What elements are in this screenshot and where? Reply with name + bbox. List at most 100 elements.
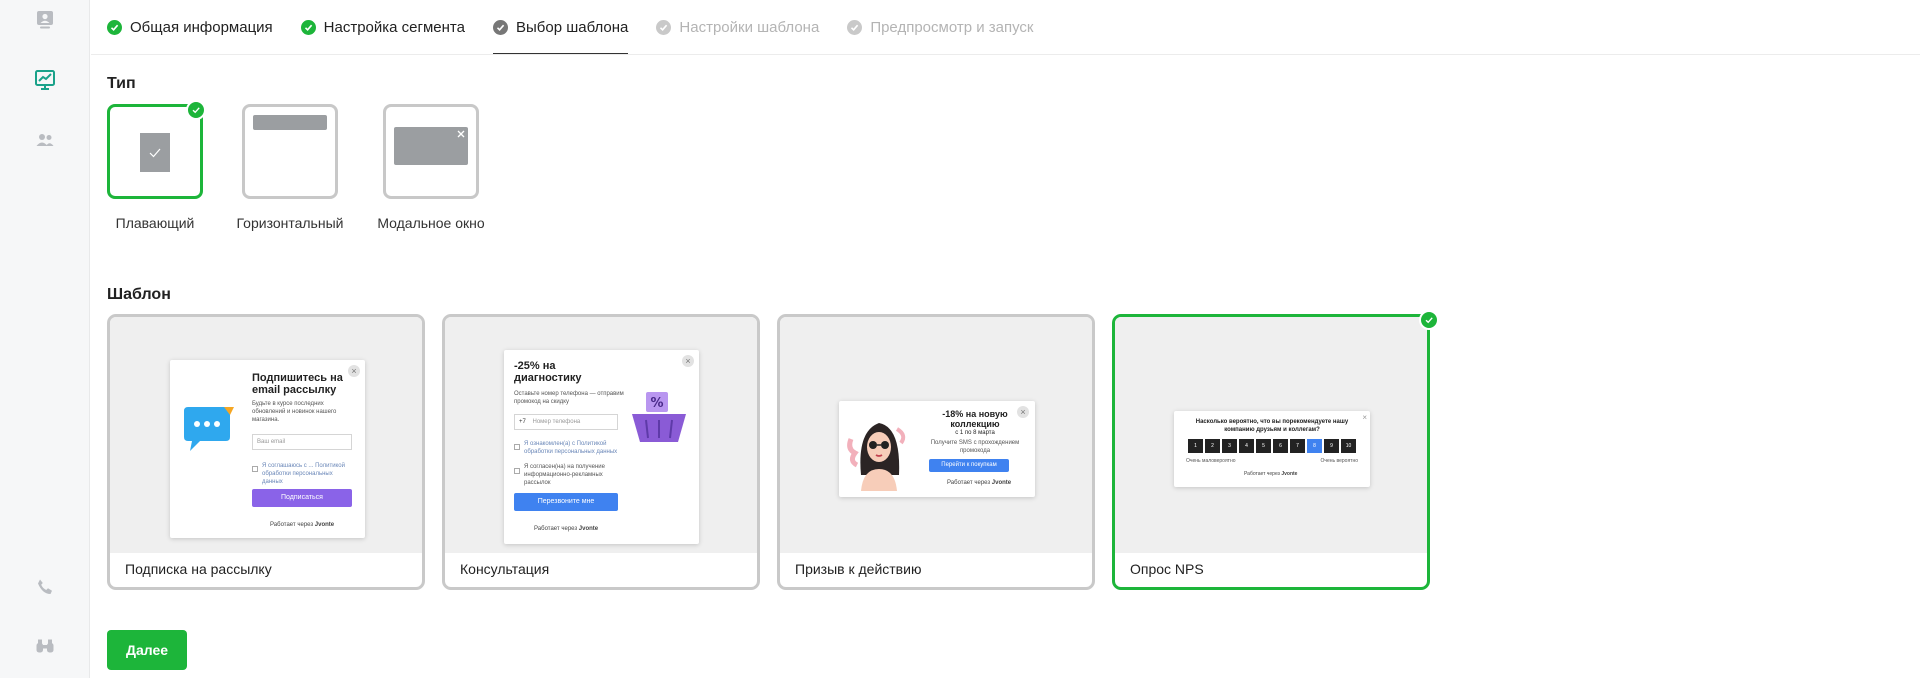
subscription-popup-preview: × Подпишитесь на email рассылку Будьте в… (170, 360, 365, 538)
nps-scale-cell: 8 (1307, 439, 1322, 453)
horizontal-bar-glyph (253, 115, 327, 130)
step-preview-launch[interactable]: Предпросмотр и запуск (847, 0, 1034, 55)
brand-logo: Jvonte (1281, 471, 1298, 477)
nps-scale-cell: 7 (1290, 439, 1305, 453)
brand-logo: Jvonte (991, 480, 1012, 486)
nps-scale-cell: 1 (1188, 439, 1203, 453)
preview-phone-input: +7 Номер телефона (514, 414, 618, 430)
preview-subscribe-button: Подписаться (252, 489, 352, 507)
campaign-chart-icon[interactable] (33, 68, 57, 92)
step-label: Настройка сегмента (323, 19, 465, 36)
brand-logo: Jvonte (578, 526, 599, 532)
preview-brand: Работает через Jvonte (534, 526, 599, 532)
check-icon (149, 148, 161, 158)
type-section-title: Тип (107, 75, 136, 92)
template-preview: × -18% на новую коллекцию с 1 по 8 марта… (780, 317, 1092, 553)
preview-consent-checkbox (252, 466, 258, 472)
preview-shop-button: Перейти к покупкам (929, 459, 1009, 472)
next-button[interactable]: Далее (107, 630, 187, 670)
preview-email-input: Ваш email (252, 434, 352, 450)
preview-low-label: Очень маловероятно (1186, 458, 1236, 464)
step-label: Общая информация (130, 19, 273, 36)
template-card-consultation[interactable]: × -25% на диагностику Оставьте номер тел… (442, 314, 760, 590)
binoculars-icon[interactable] (33, 634, 57, 658)
check-circle-icon (656, 20, 672, 35)
template-card-subscription[interactable]: × Подпишитесь на email рассылку Будьте в… (107, 314, 425, 590)
preview-brand: Работает через Jvonte (270, 522, 335, 528)
nps-scale-cell: 2 (1205, 439, 1220, 453)
preview-text: Оставьте номер телефона — отправим промо… (514, 391, 624, 405)
template-card-call-to-action[interactable]: × -18% на новую коллекцию с 1 по 8 марта… (777, 314, 1095, 590)
selected-check-badge-icon (186, 100, 206, 120)
type-option-modal[interactable] (383, 104, 479, 199)
preview-consent-text: Я согласен(на) на получение информационн… (524, 464, 605, 486)
preview-consent-text: Я ознакомлен(а) с Политикой обработки пе… (524, 441, 618, 455)
nps-scale-cell: 3 (1222, 439, 1237, 453)
preview-heading: -18% на новую коллекцию (942, 409, 1008, 429)
sidebar (0, 0, 90, 678)
type-option-label: Модальное окно (377, 215, 485, 231)
check-circle-icon (492, 20, 508, 35)
nps-scale: 1 2 3 4 5 6 7 8 9 10 (1188, 439, 1356, 453)
type-option-label: Горизонтальный (236, 215, 344, 231)
cta-popup-preview: × -18% на новую коллекцию с 1 по 8 марта… (839, 401, 1035, 497)
step-label: Предпросмотр и запуск (870, 19, 1034, 36)
preview-consent-text: Я соглашаюсь с ... Политикой обработки п… (262, 463, 345, 485)
contact-card-icon[interactable] (33, 8, 57, 32)
step-label: Выбор шаблона (515, 19, 629, 36)
preview-text: Получите SMS с прохождением промокода (930, 440, 1020, 454)
nps-scale-cell: 6 (1273, 439, 1288, 453)
close-icon: × (682, 355, 694, 367)
template-section-title: Шаблон (107, 286, 171, 303)
template-name: Подписка на рассылку (125, 561, 272, 577)
template-name: Опрос NPS (1130, 561, 1204, 577)
step-segment-setup[interactable]: Настройка сегмента (300, 0, 465, 55)
users-icon[interactable] (33, 128, 57, 152)
preview-high-label: Очень вероятно (1320, 458, 1358, 464)
type-option-floating[interactable] (107, 104, 203, 199)
check-circle-icon (847, 20, 863, 35)
preview-heading: Подпишитесь на email рассылку (252, 372, 343, 396)
svg-text:%: % (650, 396, 663, 411)
preview-heading: -25% на диагностику (514, 360, 582, 384)
step-general-info[interactable]: Общая информация (107, 0, 273, 55)
brand-logo: Jvonte (314, 522, 335, 528)
preview-subheading: с 1 по 8 марта (955, 430, 995, 436)
preview-consent-checkbox (514, 444, 520, 450)
shopping-basket-icon: % (632, 392, 686, 442)
woman-illustration-icon (847, 423, 906, 491)
preview-heading: Насколько вероятно, что вы порекомендует… (1195, 419, 1349, 433)
modal-window-glyph (394, 127, 468, 165)
close-icon (457, 130, 465, 138)
phone-placeholder: Номер телефона (532, 419, 581, 425)
preview-callback-button: Перезвоните мне (514, 493, 618, 511)
nps-scale-cell: 9 (1324, 439, 1339, 453)
close-icon: × (1362, 413, 1367, 422)
step-label: Настройки шаблона (679, 19, 820, 36)
preview-consent-checkbox (514, 468, 520, 474)
check-circle-icon (107, 20, 122, 35)
step-template-settings[interactable]: Настройки шаблона (656, 0, 819, 55)
preview-text: Будьте в курсе последних обновлений и но… (252, 401, 337, 423)
selected-check-badge-icon (1419, 310, 1439, 330)
nps-scale-cell: 5 (1256, 439, 1271, 453)
consultation-popup-preview: × -25% на диагностику Оставьте номер тел… (504, 350, 699, 544)
phone-icon[interactable] (33, 575, 57, 599)
step-template-choice[interactable]: Выбор шаблона (492, 0, 629, 55)
stepper-divider (91, 54, 1920, 55)
preview-brand: Работает через Jvonte (947, 480, 1012, 486)
main-content: Общая информация Настройка сегмента Выбо… (91, 0, 1920, 678)
template-preview: × Насколько вероятно, что вы порекоменду… (1115, 317, 1427, 553)
template-name: Призыв к действию (795, 561, 922, 577)
type-option-label: Плавающий (115, 215, 195, 231)
nps-scale-cell: 10 (1341, 439, 1356, 453)
floating-widget-glyph (140, 133, 170, 172)
nps-scale-cell: 4 (1239, 439, 1254, 453)
template-name: Консультация (460, 561, 550, 577)
chat-bubble-icon (184, 407, 234, 451)
template-card-nps-survey[interactable]: × Насколько вероятно, что вы порекоменду… (1112, 314, 1430, 590)
preview-brand: Работает через Jvonte (1244, 471, 1298, 477)
template-preview: × -25% на диагностику Оставьте номер тел… (445, 317, 757, 553)
type-option-horizontal[interactable] (242, 104, 338, 199)
nps-popup-preview: × Насколько вероятно, что вы порекоменду… (1174, 411, 1370, 487)
